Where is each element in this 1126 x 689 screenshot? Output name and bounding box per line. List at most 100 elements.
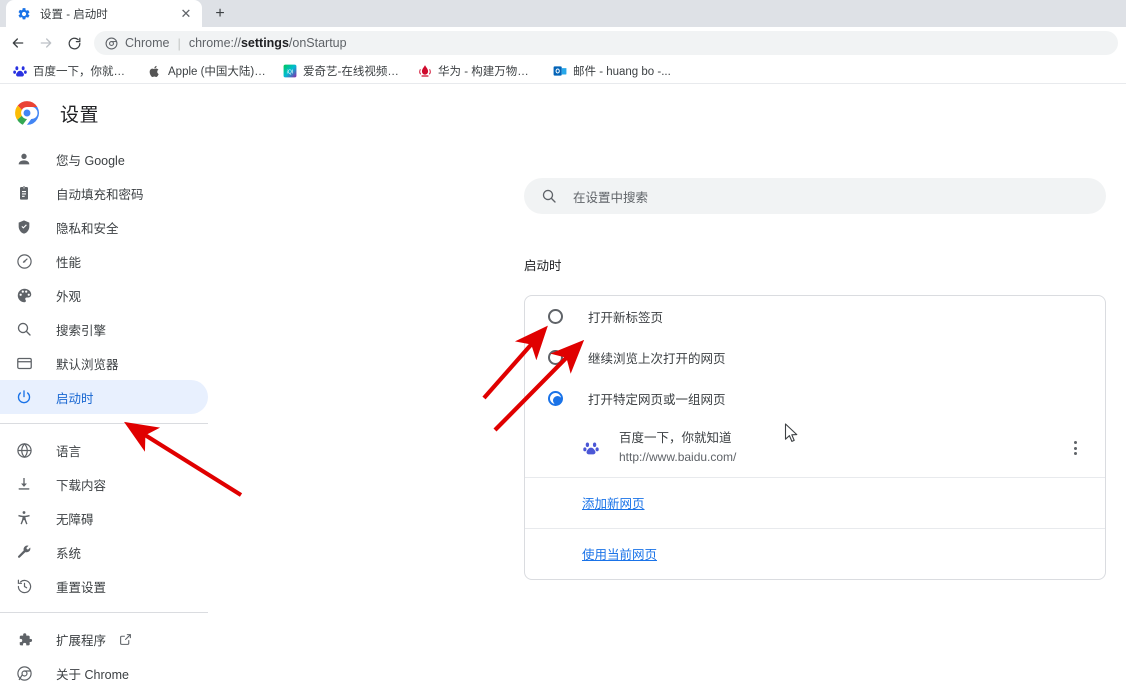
- bookmark-label: 百度一下，你就知道: [33, 66, 133, 78]
- sidebar-item-label: 语言: [56, 444, 82, 459]
- startup-options-card: 打开新标签页 继续浏览上次打开的网页 打开特定网页或一组网页 百度一下，你就知道…: [524, 295, 1106, 580]
- more-options-icon[interactable]: [1063, 436, 1087, 460]
- chrome-outline-icon: [14, 663, 34, 683]
- apple-favicon: [147, 64, 162, 79]
- sidebar-item-label: 系统: [56, 546, 82, 561]
- reload-icon[interactable]: [60, 29, 88, 57]
- bookmark-label: Apple (中国大陆) -...: [168, 66, 268, 78]
- bookmark-item[interactable]: iQI 爱奇艺-在线视频网...: [276, 61, 411, 81]
- wrench-icon: [14, 542, 34, 562]
- radio-label: 打开新标签页: [588, 311, 664, 325]
- sidebar-item-label: 启动时: [56, 391, 94, 406]
- sidebar-item-default-browser[interactable]: 默认浏览器: [0, 346, 208, 380]
- clipboard-icon: [14, 183, 34, 203]
- omnibox-url: chrome://settings/onStartup: [189, 36, 347, 50]
- url-suffix: /onStartup: [288, 36, 347, 50]
- sidebar-item-you-and-google[interactable]: 您与 Google: [0, 142, 208, 176]
- page-title: 设置: [60, 104, 100, 126]
- radio-option-continue-where-left-off[interactable]: 继续浏览上次打开的网页: [525, 337, 1105, 378]
- radio-option-new-tab[interactable]: 打开新标签页: [525, 296, 1105, 337]
- settings-main: 在设置中搜索 启动时 打开新标签页 继续浏览上次打开的网页 打开特定网页或一组网…: [524, 84, 1106, 580]
- bookmark-item[interactable]: 百度一下，你就知道: [6, 61, 141, 81]
- sidebar-item-downloads[interactable]: 下载内容: [0, 467, 208, 501]
- tab-strip: 设置 - 启动时 ✕ +: [0, 0, 1126, 27]
- settings-sidebar: 您与 Google 自动填充和密码 隐私和安全 性能 外观 搜索引擎 默认浏览器…: [0, 142, 208, 689]
- search-placeholder: 在设置中搜索: [573, 190, 649, 205]
- sidebar-item-on-startup[interactable]: 启动时: [0, 380, 208, 414]
- section-title: 启动时: [524, 259, 562, 273]
- omnibox-separator: |: [177, 35, 181, 51]
- svg-text:iQI: iQI: [286, 69, 293, 75]
- startup-page-name: 百度一下，你就知道: [619, 431, 732, 445]
- iqiyi-favicon: iQI: [282, 64, 297, 79]
- close-icon[interactable]: ✕: [178, 6, 194, 22]
- sidebar-divider-2: [0, 612, 208, 613]
- forward-icon[interactable]: [32, 29, 60, 57]
- search-input[interactable]: 在设置中搜索: [524, 178, 1106, 214]
- search-icon: [14, 319, 34, 339]
- download-icon: [14, 474, 34, 494]
- sidebar-item-languages[interactable]: 语言: [0, 433, 208, 467]
- bookmark-label: 邮件 - huang bo -...: [573, 66, 671, 78]
- browser-window-icon: [14, 353, 34, 373]
- sidebar-item-label: 无障碍: [56, 512, 94, 527]
- bookmark-label: 华为 - 构建万物互...: [438, 66, 538, 78]
- bookmark-item[interactable]: 华为 - 构建万物互...: [411, 61, 546, 81]
- baidu-favicon: [12, 64, 27, 79]
- shield-icon: [14, 217, 34, 237]
- bookmarks-bar: 百度一下，你就知道 Apple (中国大陆) -... iQI 爱奇艺-在线视频…: [0, 59, 1126, 84]
- radio-icon-selected[interactable]: [548, 391, 563, 406]
- radio-option-specific-pages[interactable]: 打开特定网页或一组网页: [525, 378, 1105, 419]
- gear-icon: [17, 7, 31, 21]
- sidebar-item-label: 关于 Chrome: [56, 667, 129, 682]
- sidebar-item-extensions[interactable]: 扩展程序: [0, 622, 208, 656]
- radio-icon[interactable]: [548, 350, 563, 365]
- sidebar-item-performance[interactable]: 性能: [0, 244, 208, 278]
- sidebar-item-autofill[interactable]: 自动填充和密码: [0, 176, 208, 210]
- sidebar-item-appearance[interactable]: 外观: [0, 278, 208, 312]
- speedometer-icon: [14, 251, 34, 271]
- startup-page-text: 百度一下，你就知道 http://www.baidu.com/: [619, 430, 1063, 466]
- settings-page: 设置 您与 Google 自动填充和密码 隐私和安全 性能 外观 搜索引擎 默认…: [0, 84, 1126, 687]
- sidebar-item-privacy[interactable]: 隐私和安全: [0, 210, 208, 244]
- sidebar-item-label: 自动填充和密码: [56, 187, 144, 202]
- bookmark-label: 爱奇艺-在线视频网...: [303, 66, 403, 78]
- outlook-favicon: [552, 64, 567, 79]
- tab-title: 设置 - 启动时: [40, 8, 108, 21]
- huawei-favicon: [417, 64, 432, 79]
- sidebar-item-label: 隐私和安全: [56, 221, 119, 236]
- startup-page-row[interactable]: 百度一下，你就知道 http://www.baidu.com/: [525, 419, 1105, 478]
- sidebar-item-label: 搜索引擎: [56, 323, 107, 338]
- globe-icon: [14, 440, 34, 460]
- sidebar-item-label: 性能: [56, 255, 82, 270]
- sidebar-item-label: 扩展程序: [56, 633, 107, 648]
- browser-chrome: 设置 - 启动时 ✕ + Chrome | chrome://settings/…: [0, 0, 1126, 84]
- bookmark-item[interactable]: 邮件 - huang bo -...: [546, 61, 679, 81]
- baidu-favicon: [582, 440, 599, 457]
- sidebar-item-label: 默认浏览器: [56, 357, 119, 372]
- url-bold: settings: [240, 36, 289, 50]
- new-tab-button[interactable]: +: [206, 0, 234, 27]
- radio-icon[interactable]: [548, 309, 563, 324]
- sidebar-item-about-chrome[interactable]: 关于 Chrome: [0, 656, 208, 689]
- accessibility-icon: [14, 508, 34, 528]
- address-bar[interactable]: Chrome | chrome://settings/onStartup: [94, 31, 1118, 55]
- add-new-page-link[interactable]: 添加新网页: [582, 497, 645, 511]
- back-icon[interactable]: [4, 29, 32, 57]
- sidebar-item-search-engine[interactable]: 搜索引擎: [0, 312, 208, 346]
- browser-tab[interactable]: 设置 - 启动时 ✕: [6, 0, 202, 27]
- sidebar-item-label: 您与 Google: [56, 153, 125, 168]
- puzzle-icon: [14, 629, 34, 649]
- sidebar-item-label: 外观: [56, 289, 82, 304]
- palette-icon: [14, 285, 34, 305]
- add-new-page-row: 添加新网页: [525, 478, 1105, 529]
- sidebar-item-label: 下载内容: [56, 478, 107, 493]
- history-restore-icon: [14, 576, 34, 596]
- external-link-icon: [118, 632, 132, 646]
- sidebar-item-accessibility[interactable]: 无障碍: [0, 501, 208, 535]
- sidebar-item-reset-settings[interactable]: 重置设置: [0, 569, 208, 603]
- omnibox-chip-label: Chrome: [125, 36, 170, 50]
- use-current-pages-link[interactable]: 使用当前网页: [582, 548, 657, 562]
- sidebar-item-system[interactable]: 系统: [0, 535, 208, 569]
- bookmark-item[interactable]: Apple (中国大陆) -...: [141, 61, 276, 81]
